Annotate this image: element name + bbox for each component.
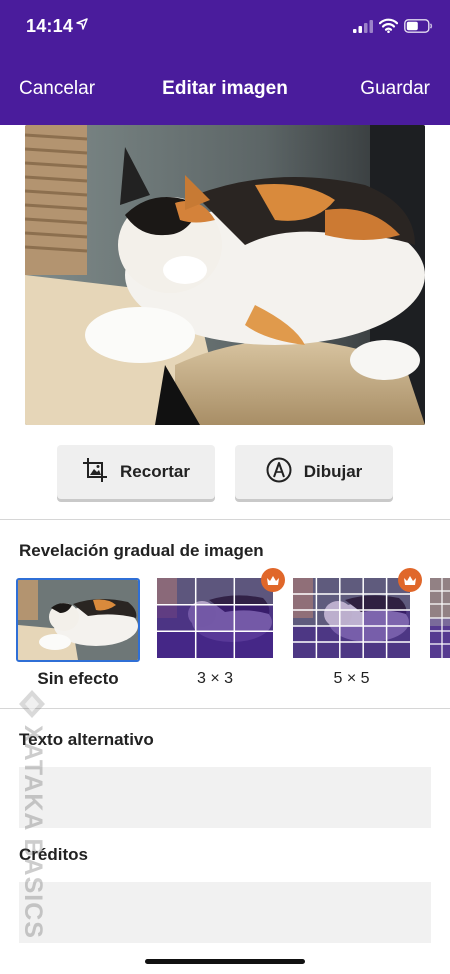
crop-label: Recortar: [120, 462, 190, 481]
effect-option-partial[interactable]: [430, 578, 450, 658]
alt-text-field[interactable]: [19, 767, 431, 828]
status-time: 14:14: [26, 16, 74, 36]
draw-label: Dibujar: [303, 462, 363, 481]
signal-icon: [353, 20, 373, 38]
credits-field[interactable]: [19, 882, 431, 943]
home-indicator: [145, 959, 305, 964]
pen-icon: [266, 457, 292, 488]
effect-thumbnail: [293, 578, 410, 658]
effect-thumbnail: [16, 578, 140, 662]
effect-option-5x5[interactable]: [293, 568, 422, 658]
crop-button[interactable]: Recortar: [57, 445, 215, 499]
battery-icon: [404, 19, 433, 38]
effect-label-3x3: 3 × 3: [196, 670, 234, 687]
crown-icon: [261, 568, 285, 592]
reveal-section-title: Revelación gradual de imagen: [19, 541, 264, 560]
effect-label-5x5: 5 × 5: [333, 670, 370, 687]
status-bar: 14:14: [0, 0, 450, 56]
effect-thumbnail: [157, 578, 273, 658]
app-header: 14:14 Cancelar Editar imagen Guardar: [0, 0, 450, 125]
crop-icon: [82, 457, 108, 488]
effect-option-none[interactable]: [16, 578, 140, 662]
draw-button[interactable]: Dibujar: [235, 445, 393, 499]
edited-photo: [25, 125, 425, 425]
effect-option-3x3[interactable]: [157, 568, 285, 658]
watermark-text: XATAKA BASICS: [19, 725, 47, 939]
location-arrow-icon: [76, 17, 88, 35]
wifi-icon: [378, 18, 399, 38]
crown-icon: [398, 568, 422, 592]
nav-bar: Cancelar Editar imagen Guardar: [0, 70, 450, 110]
divider: [0, 708, 450, 709]
effect-label-none: Sin efecto: [37, 669, 119, 688]
save-button[interactable]: Guardar: [360, 78, 430, 100]
effect-thumbnail: [430, 578, 450, 658]
divider: [0, 519, 450, 520]
